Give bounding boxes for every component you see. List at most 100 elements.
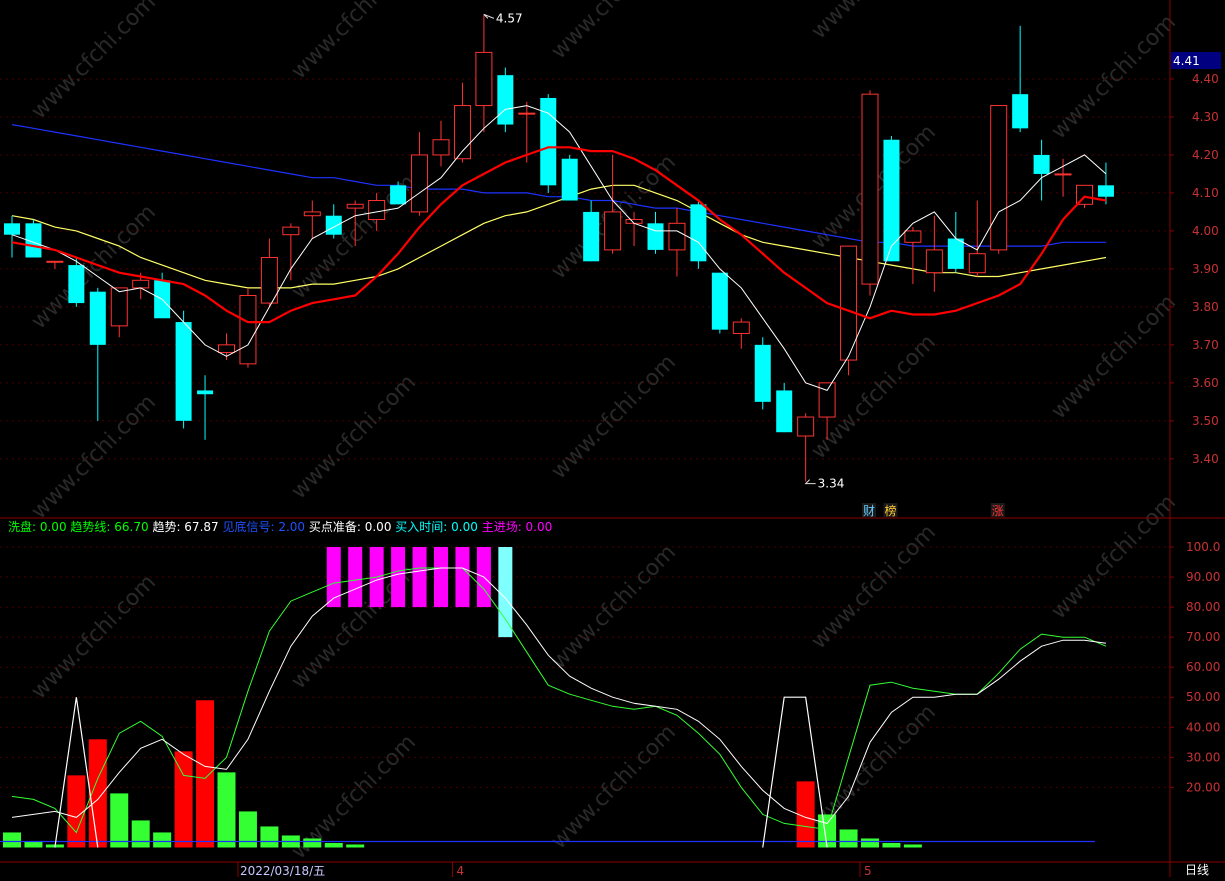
candle-body-up (368, 200, 386, 221)
legend-label: 买点准备: (309, 520, 361, 534)
candle-body-up (1054, 173, 1072, 176)
candle-body-up (132, 279, 150, 289)
washout-bar-red (196, 700, 215, 848)
candle-body-up (475, 51, 493, 107)
washout-bar-green (882, 842, 901, 848)
washout-bar-green (903, 844, 922, 848)
legend-value: 0.00 (447, 520, 481, 534)
candle-body-down (89, 291, 106, 345)
period-label[interactable]: 日线 (1185, 863, 1209, 877)
washout-bar-green (303, 838, 322, 848)
price-tick-label: 4.00 (1192, 224, 1219, 238)
candle-body-up (239, 294, 257, 365)
price-tick-label: 4.30 (1192, 110, 1219, 124)
washout-bar-green (324, 842, 343, 848)
washout-bar-green (217, 772, 236, 848)
legend-label: 见底信号: (222, 519, 274, 534)
date-label: 4 (456, 864, 464, 877)
main-entry-bar (391, 547, 406, 608)
last-price-label: 4.41 (1173, 54, 1200, 68)
high-label: 4.57 (496, 11, 523, 25)
candle-body-down (754, 344, 771, 402)
event-marker: 榜 (884, 503, 896, 518)
main-entry-bar (434, 547, 448, 608)
date-label: 2022/03/18/五 (240, 864, 325, 877)
candle-body-up (110, 287, 128, 327)
washout-bar-red (67, 775, 86, 848)
washout-bar-green (346, 844, 365, 848)
indicator-tick-label: 20.00 (1186, 780, 1220, 794)
candle-body-down (883, 139, 900, 262)
legend-label: 趋势: (152, 520, 180, 534)
indicator-tick-label: 60.00 (1186, 660, 1220, 674)
legend-value: 67.87 (180, 520, 222, 534)
candle-body-up (218, 344, 235, 353)
candle-body-down (690, 204, 707, 262)
indicator-tick-label: 100.0 (1186, 540, 1220, 554)
indicator-legend: 洗盘: 0.00 趋势线: 66.70 趋势: 67.87 见底信号: 2.00… (8, 519, 552, 534)
candle-body-down (776, 390, 793, 433)
price-tick-label: 4.40 (1192, 72, 1219, 86)
indicator-tick-label: 50.00 (1186, 690, 1220, 704)
candle-body-up (732, 321, 750, 334)
washout-bar-green (861, 838, 879, 848)
main-entry-bar (455, 547, 470, 608)
candle-body-down (68, 265, 85, 304)
candle-body-down (583, 211, 600, 262)
event-marker: 财 (863, 504, 875, 518)
price-tick-label: 3.70 (1192, 338, 1219, 352)
candle-body-down (175, 322, 192, 421)
candle-body-down (325, 215, 342, 235)
candle-body-down (1097, 185, 1114, 197)
candle-body-up (432, 139, 450, 156)
price-tick-label: 3.60 (1192, 376, 1219, 390)
legend-label: 趋势线: (70, 520, 110, 534)
washout-bar-green (260, 826, 279, 848)
candle-body-down (711, 272, 728, 330)
low-label: 3.34 (818, 477, 845, 491)
legend-value: 66.70 (110, 520, 152, 534)
candle-body-up (861, 93, 879, 285)
price-tick-label: 3.90 (1192, 262, 1219, 276)
event-marker: 涨 (992, 503, 1004, 518)
washout-bar-green (818, 814, 837, 848)
price-tick-label: 3.40 (1192, 452, 1219, 466)
candle-body-down (4, 223, 20, 235)
candle-body-up (604, 211, 622, 251)
washout-bar-green (24, 841, 43, 848)
legend-value: 0.00 (361, 520, 395, 534)
date-label: 5 (864, 864, 872, 877)
main-entry-bar (498, 547, 513, 638)
candle-body-up (968, 253, 986, 274)
washout-bar-green (3, 832, 21, 848)
candle-body-down (1033, 154, 1050, 174)
chart-svg: www.cfchi.comwww.cfchi.com www.cfchi.comw… (0, 0, 1225, 878)
candle-body-up (797, 416, 815, 437)
price-tick-label: 3.80 (1192, 300, 1219, 314)
indicator-tick-label: 30.00 (1186, 750, 1220, 764)
legend-value: 0.00 (522, 520, 553, 534)
candle-body-up (904, 230, 922, 243)
washout-bar-green (839, 829, 858, 848)
candle-body-up (518, 112, 536, 115)
indicator-tick-label: 70.00 (1186, 630, 1220, 644)
chart-background (0, 0, 1225, 877)
candle-body-down (497, 75, 514, 125)
indicator-tick-label: 80.00 (1186, 600, 1220, 614)
candle-body-up (303, 211, 321, 217)
candle-body-up (346, 203, 364, 209)
main-entry-bar (412, 547, 427, 608)
candle-body-up (925, 249, 943, 274)
candle-body-down (197, 390, 214, 395)
legend-value: 0.00 (36, 520, 70, 534)
price-tick-label: 4.20 (1192, 148, 1219, 162)
washout-bar-green (110, 793, 129, 848)
candle-body-up (990, 105, 1008, 251)
candle-body-down (390, 185, 407, 205)
candle-body-up (411, 154, 429, 213)
legend-label: 买入时间: (395, 520, 447, 534)
candle-body-down (947, 238, 964, 269)
candle-body-up (46, 260, 64, 263)
indicator-tick-label: 40.00 (1186, 720, 1220, 734)
washout-bar-green (153, 832, 172, 848)
